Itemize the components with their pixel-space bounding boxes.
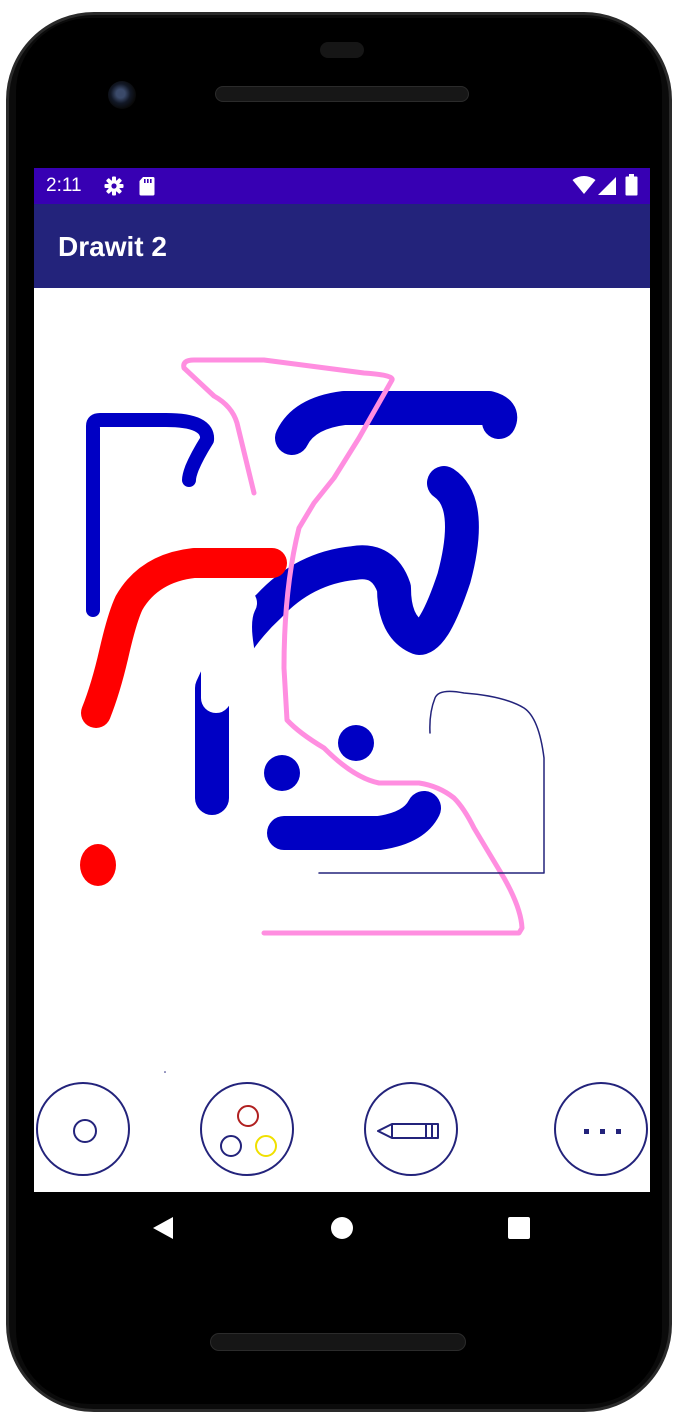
pencil-tool-button[interactable] [364,1082,458,1176]
brush-size-button[interactable] [36,1082,130,1176]
stroke-blue-dot-2 [264,755,300,791]
recents-icon [508,1217,530,1239]
stroke-blue-dot-1 [338,725,374,761]
bottom-speaker [210,1333,466,1351]
screen: 2:11 Drawit 2 [34,168,650,1192]
navigation-bar [34,1192,650,1264]
color-palette-button[interactable] [200,1082,294,1176]
battery-icon [625,174,638,200]
sd-card-icon [139,176,155,200]
earpiece-speaker [215,86,469,102]
settings-gear-icon [104,176,124,200]
pencil-icon [377,1123,439,1139]
stroke-white-eraser [194,560,257,713]
back-button[interactable] [140,1206,184,1250]
app-title: Drawit 2 [58,231,167,262]
stroke-tiny-dot [164,1071,166,1073]
cellular-signal-icon [597,176,617,200]
stroke-blue-bottom [267,791,441,850]
stroke-red-dot [80,844,116,886]
drawing-canvas[interactable] [34,288,650,1192]
app-bar: Drawit 2 [34,204,650,288]
more-options-button[interactable] [554,1082,648,1176]
proximity-sensor [320,42,364,58]
recents-button[interactable] [497,1206,541,1250]
stroke-blue-top [275,391,518,455]
status-time: 2:11 [46,175,82,196]
phone-device: 2:11 Drawit 2 [0,0,678,1418]
back-icon [153,1217,173,1239]
palette-circles-icon [220,1105,277,1157]
status-bar: 2:11 [34,168,650,204]
front-camera-icon [108,81,136,109]
home-icon [331,1217,353,1239]
more-horizontal-icon [584,1129,621,1134]
wifi-icon [572,175,596,199]
circle-icon [73,1119,97,1143]
home-button[interactable] [320,1206,364,1250]
drawing-strokes [80,357,545,1073]
